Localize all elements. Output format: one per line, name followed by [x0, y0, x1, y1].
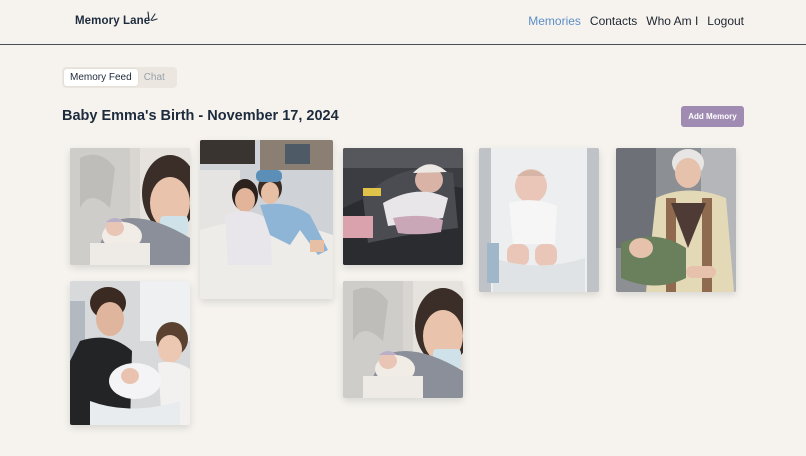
sparkle-icon — [147, 11, 158, 21]
photo-mother-and-visitor — [200, 140, 333, 299]
nav-contacts[interactable]: Contacts — [590, 14, 637, 28]
memory-photo[interactable] — [343, 281, 463, 398]
app-logo[interactable]: Memory Lane — [75, 15, 150, 27]
view-tabs: Memory Feed Chat — [62, 67, 177, 88]
memory-photo[interactable] — [343, 148, 463, 265]
memory-title: Baby Emma's Birth - November 17, 2024 — [62, 108, 339, 124]
top-navbar: Memory Lane Memories Contacts Who Am I L… — [0, 0, 806, 45]
photo-hospital-selfie — [343, 281, 463, 398]
nav-memories[interactable]: Memories — [528, 14, 581, 28]
photo-bassinet — [479, 148, 599, 292]
memory-photo[interactable] — [70, 281, 190, 425]
add-memory-button[interactable]: Add Memory — [681, 106, 744, 127]
nav-who-am-i[interactable]: Who Am I — [646, 14, 698, 28]
memory-photo[interactable] — [70, 148, 190, 265]
memory-photo[interactable] — [479, 148, 599, 292]
memory-photo[interactable] — [616, 148, 736, 292]
main-nav: Memories Contacts Who Am I Logout — [528, 14, 744, 28]
photo-car-seat — [343, 148, 463, 265]
photo-mother-and-toddler — [70, 281, 190, 425]
nav-logout[interactable]: Logout — [707, 14, 744, 28]
photo-great-grandmother — [616, 148, 736, 292]
memory-photo[interactable] — [200, 140, 333, 299]
photo-hospital-selfie — [70, 148, 190, 265]
tab-memory-feed[interactable]: Memory Feed — [64, 69, 138, 86]
tab-chat[interactable]: Chat — [138, 69, 171, 86]
